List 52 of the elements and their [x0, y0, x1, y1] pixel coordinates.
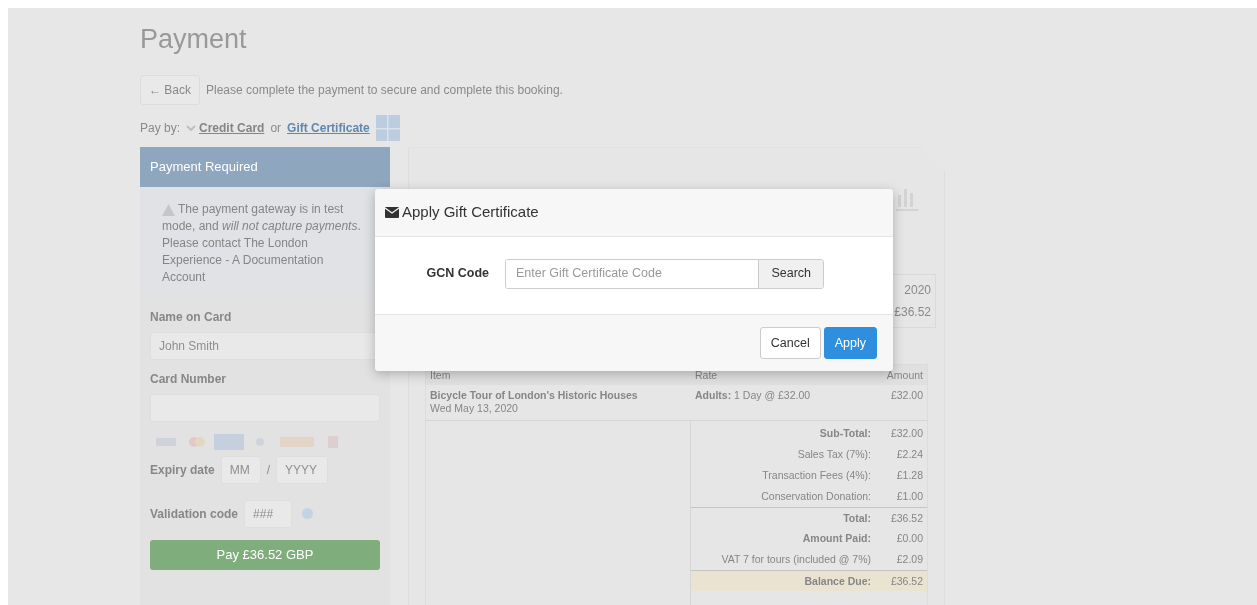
- apply-button[interactable]: Apply: [823, 326, 877, 360]
- total-label: Sub-Total:: [819, 426, 871, 442]
- year-field[interactable]: YYYY: [276, 455, 329, 484]
- total-value: £2.09: [895, 552, 923, 568]
- date-separator: /: [266, 461, 271, 479]
- total-label: Transaction Fees (4%):: [762, 468, 871, 484]
- invoice-meta-text: £36.52: [893, 304, 931, 322]
- total-value: £1.00: [895, 489, 923, 505]
- item-name: Bicycle Tour of London's Historic Houses: [430, 389, 639, 403]
- back-button[interactable]: ← Back: [140, 75, 200, 106]
- search-button[interactable]: Search: [758, 259, 823, 288]
- field-label: Validation code: [150, 505, 239, 523]
- dialog-title: Apply Gift Certificate: [402, 202, 539, 222]
- total-value: £32.00: [889, 426, 923, 442]
- panel-header: Payment Required: [140, 147, 390, 187]
- payment-option[interactable]: Gift Certificate: [287, 119, 370, 138]
- amount-text: £32.00: [890, 389, 923, 404]
- total-value: £36.52: [889, 511, 923, 527]
- cancel-button[interactable]: Cancel: [759, 326, 821, 360]
- field-label: Expiry date: [150, 461, 215, 479]
- total-value: £2.24: [895, 447, 923, 463]
- pay-by-label: Pay by:: [140, 120, 181, 138]
- total-label: Conservation Donation:: [761, 489, 871, 505]
- or-text: or: [270, 120, 282, 138]
- page-title: Payment: [140, 23, 248, 56]
- column-header: Item: [430, 368, 452, 384]
- field-label: GCN Code: [425, 265, 490, 283]
- total-value: £0.00: [895, 531, 923, 547]
- pay-button[interactable]: Pay £36.52 GBP: [150, 539, 380, 570]
- chevron-icon: [186, 124, 197, 132]
- intro-text: Please complete the payment to secure and complete this booking.: [206, 82, 563, 100]
- warning-icon: [162, 203, 175, 216]
- total-label: Balance Due:: [804, 574, 871, 590]
- gift-code-field[interactable]: Enter Gift Certificate Code Search: [505, 258, 824, 289]
- invoice-meta-text: 2020: [903, 282, 931, 300]
- validation-code-field[interactable]: ###: [244, 499, 293, 528]
- total-label: VAT 7 for tours (included @ 7%): [721, 552, 871, 568]
- total-label: Total:: [843, 511, 871, 527]
- column-header: Rate: [695, 368, 718, 384]
- total-label: Amount Paid:: [802, 531, 871, 547]
- field-label: Card Number: [150, 370, 227, 388]
- payment-option[interactable]: Credit Card: [186, 119, 265, 138]
- total-value: £36.52: [889, 574, 923, 590]
- field-label: Name on Card: [150, 308, 233, 326]
- envelope-icon: [385, 206, 399, 218]
- month-field[interactable]: MM: [220, 455, 261, 484]
- total-label: Sales Tax (7%):: [797, 447, 871, 463]
- total-value: £1.28: [895, 468, 923, 484]
- item-date: Wed May 13, 2020: [430, 402, 519, 416]
- rate-text: Adults: 1 Day @ £32.00: [695, 389, 811, 404]
- help-icon[interactable]: [302, 508, 314, 520]
- column-header: Amount: [886, 368, 923, 384]
